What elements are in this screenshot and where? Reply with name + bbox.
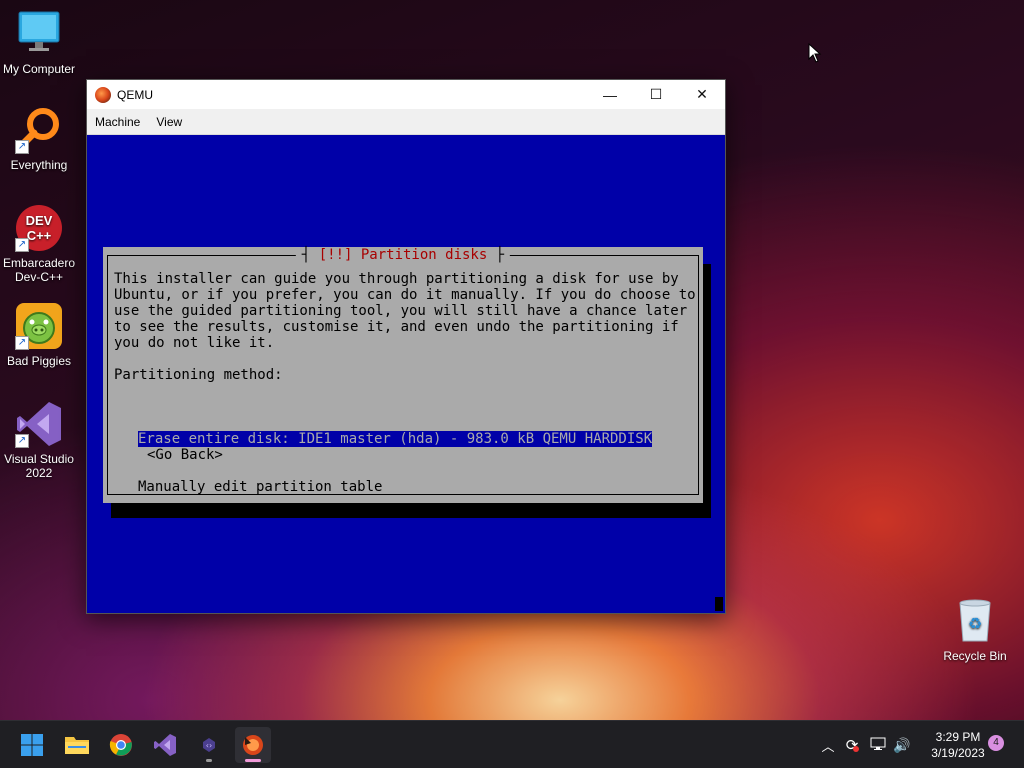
menu-view[interactable]: View (148, 115, 190, 129)
minimize-button[interactable]: — (587, 80, 633, 109)
option-manual-partition[interactable]: Manually edit partition table (138, 479, 652, 495)
sync-icon[interactable]: ⟳ (838, 736, 866, 754)
shortcut-arrow-icon: ↗ (15, 140, 29, 154)
taskbar-dev-tools[interactable]: ‹› (191, 727, 227, 763)
taskbar-visual-studio[interactable] (147, 727, 183, 763)
dialog-title: ┤ [!!] Partition disks ├ (295, 247, 511, 263)
desktop-icon-label: My Computer (2, 62, 76, 76)
desktop-icon-label: Recycle Bin (943, 649, 1007, 663)
desktop-icon-recycle-bin[interactable]: ♻ Recycle Bin (935, 597, 1015, 663)
taskbar-chrome[interactable] (103, 727, 139, 763)
desktop-icon-label: Bad Piggies (6, 354, 72, 368)
shortcut-arrow-icon: ↗ (15, 336, 29, 350)
network-icon[interactable] (866, 737, 890, 754)
desktop-icon-label: Embarcadero Dev-C++ (2, 256, 76, 284)
shortcut-arrow-icon: ↗ (15, 238, 29, 252)
maximize-button[interactable]: ☐ (633, 80, 679, 109)
file-explorer-icon (65, 737, 89, 754)
visual-studio-icon (154, 734, 176, 756)
mouse-pointer-icon (808, 43, 822, 63)
desktop-icon-my-computer[interactable]: My Computer (0, 10, 79, 76)
qemu-icon (95, 86, 111, 103)
start-icon (21, 734, 43, 756)
desktop-icon-visual-studio[interactable]: ↗ Visual Studio 2022 (0, 400, 79, 480)
desktop-icon-bad-piggies[interactable]: ↗ Bad Piggies (0, 302, 79, 368)
dialog-body-text: This installer can guide you through par… (114, 271, 696, 383)
desktop-icon-everything[interactable]: ↗ Everything (0, 106, 79, 172)
volume-icon[interactable]: 🔊 (890, 737, 914, 754)
monitor-icon (15, 10, 63, 58)
taskbar-file-explorer[interactable] (59, 727, 95, 763)
desktop-icon-label: Everything (10, 158, 68, 172)
window-title: QEMU (117, 87, 153, 102)
vm-screen[interactable]: ┤ [!!] Partition disks ├ This installer … (87, 135, 725, 613)
svg-text:C++: C++ (27, 228, 52, 243)
svg-text:DEV: DEV (26, 213, 53, 228)
clock-date: 3/19/2023 (931, 746, 985, 760)
chrome-icon (109, 734, 132, 756)
close-button[interactable]: ✕ (679, 80, 725, 109)
recycle-bin-icon: ♻ (951, 597, 999, 645)
option-erase-disk[interactable]: Erase entire disk: IDE1 master (hda) - 9… (138, 431, 653, 447)
taskbar: ‹› ︿ ⟳ 🔊 3:29 PM 3/19/2023 (0, 720, 1024, 768)
active-indicator (245, 759, 261, 762)
desktop-icon-devcpp[interactable]: DEV C++ ↗ Embarcadero Dev-C++ (0, 204, 79, 284)
running-indicator (206, 759, 212, 762)
devcpp-icon: DEV C++ ↗ (15, 204, 63, 252)
magnifier-icon: ↗ (15, 106, 63, 154)
svg-text:♻: ♻ (968, 614, 982, 633)
go-back-button[interactable]: <Go Back> (147, 447, 223, 463)
partition-dialog: ┤ [!!] Partition disks ├ This installer … (103, 247, 703, 503)
window-titlebar[interactable]: QEMU — ☐ ✕ (87, 80, 725, 109)
menu-machine[interactable]: Machine (87, 115, 148, 129)
visual-studio-icon: ↗ (15, 400, 63, 448)
pig-icon: ↗ (15, 302, 63, 350)
dialog-title-text: [!!] Partition disks (318, 247, 488, 263)
start-button[interactable] (14, 727, 50, 763)
dev-tools-icon: ‹› (203, 738, 215, 752)
show-hidden-icons-icon[interactable]: ︿ (818, 736, 838, 755)
taskbar-qemu[interactable] (235, 727, 271, 763)
shortcut-arrow-icon: ↗ (15, 434, 29, 448)
svg-text:‹›: ‹› (206, 741, 212, 750)
qemu-window[interactable]: QEMU — ☐ ✕ Machine View ┤ [!!] Partition… (86, 79, 726, 614)
menu-bar: Machine View (87, 109, 725, 135)
desktop-icon-label: Visual Studio 2022 (4, 452, 74, 480)
qemu-icon (243, 735, 263, 755)
clock[interactable]: 3:29 PM 3/19/2023 (920, 729, 996, 761)
partition-options: Erase entire disk: IDE1 master (hda) - 9… (138, 399, 653, 527)
text-cursor (715, 597, 723, 611)
system-tray: ︿ ⟳ 🔊 (818, 721, 914, 768)
notification-badge[interactable]: 4 (988, 735, 1004, 751)
clock-time: 3:29 PM (935, 730, 981, 744)
